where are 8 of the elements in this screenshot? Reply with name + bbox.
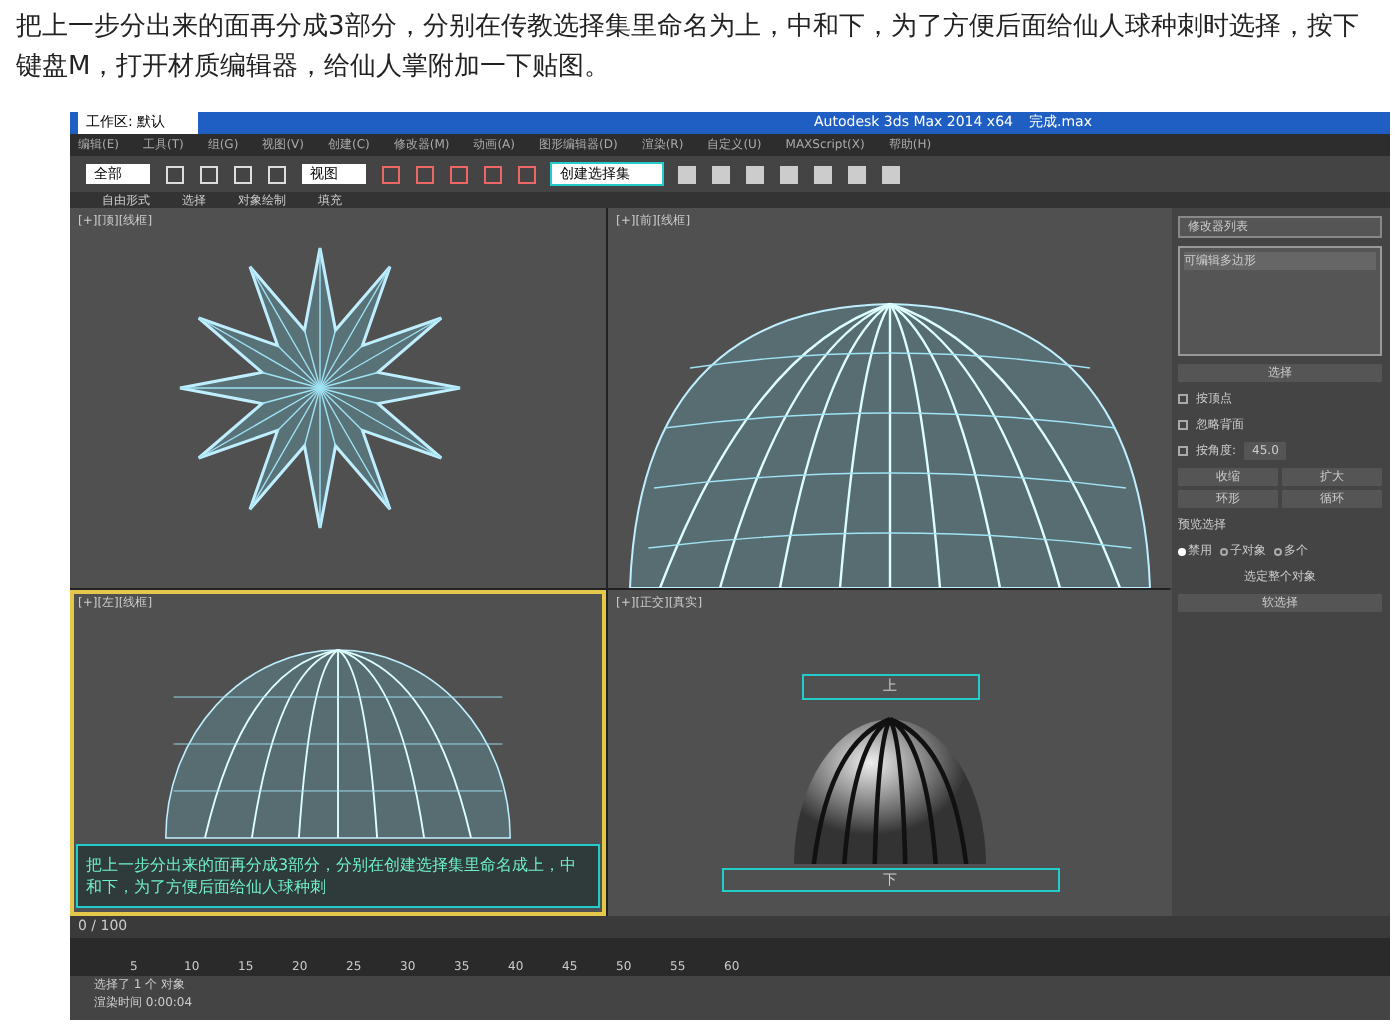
intro-paragraph: 把上一步分出来的面再分成3部分，分别在传教选择集里命名为上，中和下，为了方便后面给仙人球种刺时选择，按下键盘M，打开材质编辑器，给仙人掌附加一下贴图。 (14, 10, 1361, 86)
radio-button[interactable] (1274, 547, 1282, 555)
radio-button[interactable] (1220, 547, 1228, 555)
checkbox[interactable] (1178, 394, 1188, 404)
radio-button[interactable] (1178, 547, 1186, 555)
caption-text: 把上一步分出来的面再分成3部分，分别在创建选择集里命名成上，中和下，为了方便后面给仙人球种刺 (76, 844, 600, 908)
checkbox[interactable] (1178, 420, 1188, 430)
checkbox[interactable] (1178, 446, 1188, 456)
